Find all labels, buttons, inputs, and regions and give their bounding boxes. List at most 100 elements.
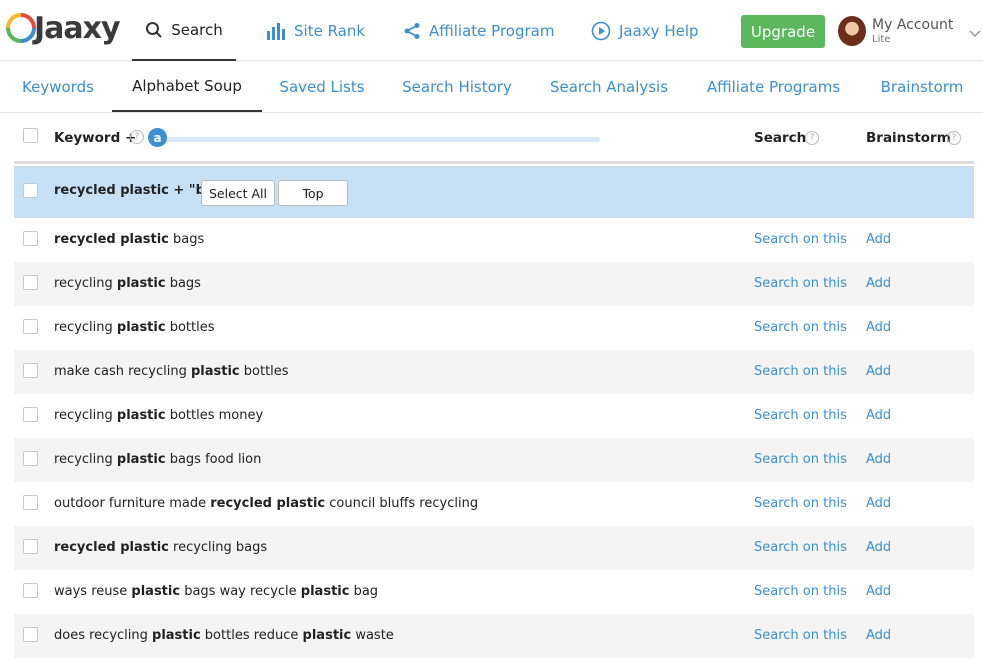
nav-affiliate-program[interactable]: Affiliate Program (403, 0, 554, 61)
table-row: recycling plastic bottles money Search on… (14, 394, 974, 438)
logo-mark-icon (4, 11, 38, 45)
brainstorm-column-header: Brainstorm (866, 130, 951, 146)
row-checkbox[interactable] (23, 231, 38, 246)
keyword-text: make cash recycling plastic bottles (54, 364, 289, 379)
row-checkbox[interactable] (23, 363, 38, 378)
account-menu[interactable]: My Account Lite (838, 15, 981, 47)
letter-group-row: recycled plastic + "b" Select All Top (14, 166, 974, 218)
table-row: recycling plastic bottles Search on this A… (14, 306, 974, 350)
keyword-text: recycled plastic recycling bags (54, 540, 267, 555)
select-all-button[interactable]: Select All (201, 180, 275, 206)
add-to-brainstorm-link[interactable]: Add (866, 628, 891, 643)
keyword-match: plastic (152, 628, 201, 643)
alphabet-slider-track[interactable] (154, 137, 600, 142)
keyword-part: bottles reduce (200, 628, 303, 643)
keyword-part: does recycling (54, 628, 153, 643)
add-to-brainstorm-link[interactable]: Add (866, 452, 891, 467)
row-checkbox[interactable] (23, 495, 38, 510)
search-icon (145, 21, 163, 39)
nav-jaaxy-help[interactable]: Jaaxy Help (591, 0, 699, 61)
row-checkbox[interactable] (23, 627, 38, 642)
search-on-this-link[interactable]: Search on this (754, 232, 847, 247)
keyword-part: recycling bags (168, 540, 268, 555)
tab-affiliate-programs[interactable]: Affiliate Programs (696, 61, 851, 112)
row-checkbox[interactable] (23, 275, 38, 290)
keyword-part: recycling (54, 452, 117, 467)
table-row: make cash recycling plastic bottles Searc… (14, 350, 974, 394)
table-row: does recycling plastic bottles reduce pl… (14, 614, 974, 658)
row-checkbox[interactable] (23, 319, 38, 334)
keyword-match: plastic (116, 320, 166, 335)
keyword-text: recycling plastic bags (54, 276, 201, 291)
search-on-this-link[interactable]: Search on this (754, 496, 847, 511)
keyword-text: recycling plastic bottles (54, 320, 214, 335)
search-column-header: Search (754, 130, 807, 146)
tab-search-history[interactable]: Search History (392, 61, 522, 112)
share-icon (403, 22, 421, 40)
tab-alphabet-soup[interactable]: Alphabet Soup (112, 61, 262, 112)
keyword-match: plastic (116, 276, 166, 291)
keyword-match: plastic (131, 584, 181, 599)
search-on-this-link[interactable]: Search on this (754, 452, 847, 467)
add-to-brainstorm-link[interactable]: Add (866, 584, 891, 599)
chevron-down-icon (969, 23, 981, 42)
top-button[interactable]: Top (278, 180, 348, 206)
table-row: recycling plastic bags food lion Search o… (14, 438, 974, 482)
nav-search[interactable]: Search (132, 0, 236, 61)
keyword-part: bottles money (165, 408, 264, 423)
brainstorm-help-icon[interactable]: ? (947, 131, 961, 145)
search-help-icon[interactable]: ? (805, 131, 819, 145)
select-all-checkbox[interactable] (23, 128, 38, 143)
row-checkbox[interactable] (23, 451, 38, 466)
keyword-column-header[interactable]: Keyword + (54, 130, 136, 146)
keyword-match: plastic (190, 364, 240, 379)
account-name: My Account (872, 16, 954, 33)
bar-chart-icon (266, 22, 286, 40)
table-row: recycling plastic bags Search on this Add (14, 262, 974, 306)
row-checkbox[interactable] (23, 583, 38, 598)
add-to-brainstorm-link[interactable]: Add (866, 232, 891, 247)
keyword-part: bags food lion (165, 452, 262, 467)
row-checkbox[interactable] (23, 539, 38, 554)
tab-search-analysis[interactable]: Search Analysis (542, 61, 676, 112)
group-label: recycled plastic + "b" (54, 183, 212, 198)
keyword-part: make cash recycling (54, 364, 191, 379)
add-to-brainstorm-link[interactable]: Add (866, 496, 891, 511)
keyword-part: recycling (54, 320, 117, 335)
row-checkbox[interactable] (23, 407, 38, 422)
search-on-this-link[interactable]: Search on this (754, 628, 847, 643)
alphabet-slider-handle[interactable]: a (148, 128, 167, 147)
tab-brainstorm[interactable]: Brainstorm (871, 61, 973, 112)
add-to-brainstorm-link[interactable]: Add (866, 276, 891, 291)
tab-keywords[interactable]: Keywords (14, 61, 102, 112)
keyword-match: recycled plastic (54, 540, 169, 555)
keyword-text: recycling plastic bags food lion (54, 452, 261, 467)
search-on-this-link[interactable]: Search on this (754, 320, 847, 335)
keyword-part: recycling (54, 408, 117, 423)
avatar (838, 16, 866, 46)
add-to-brainstorm-link[interactable]: Add (866, 364, 891, 379)
keyword-match: recycled plastic (54, 232, 169, 247)
search-on-this-link[interactable]: Search on this (754, 364, 847, 379)
table-row: recycled plastic recycling bags Search on… (14, 526, 974, 570)
tab-saved-lists[interactable]: Saved Lists (272, 61, 372, 112)
add-to-brainstorm-link[interactable]: Add (866, 320, 891, 335)
upgrade-button[interactable]: Upgrade (741, 15, 825, 48)
keyword-part: bag (349, 584, 379, 599)
search-on-this-link[interactable]: Search on this (754, 540, 847, 555)
search-on-this-link[interactable]: Search on this (754, 276, 847, 291)
table-row: outdoor furniture made recycled plastic … (14, 482, 974, 526)
group-checkbox[interactable] (23, 183, 38, 198)
search-on-this-link[interactable]: Search on this (754, 408, 847, 423)
account-plan: Lite (872, 33, 891, 45)
add-to-brainstorm-link[interactable]: Add (866, 408, 891, 423)
keyword-part: bags way recycle (180, 584, 301, 599)
search-on-this-link[interactable]: Search on this (754, 584, 847, 599)
brand-logo[interactable]: Jaaxy (4, 8, 121, 48)
add-to-brainstorm-link[interactable]: Add (866, 540, 891, 555)
nav-site-rank[interactable]: Site Rank (266, 0, 365, 61)
keyword-text: ways reuse plastic bags way recycle plas… (54, 584, 378, 599)
results-table-header: Keyword + ? a Search ? Brainstorm ? (14, 113, 974, 164)
brand-name: Jaaxy (34, 10, 121, 46)
keyword-help-icon[interactable]: ? (130, 130, 144, 144)
